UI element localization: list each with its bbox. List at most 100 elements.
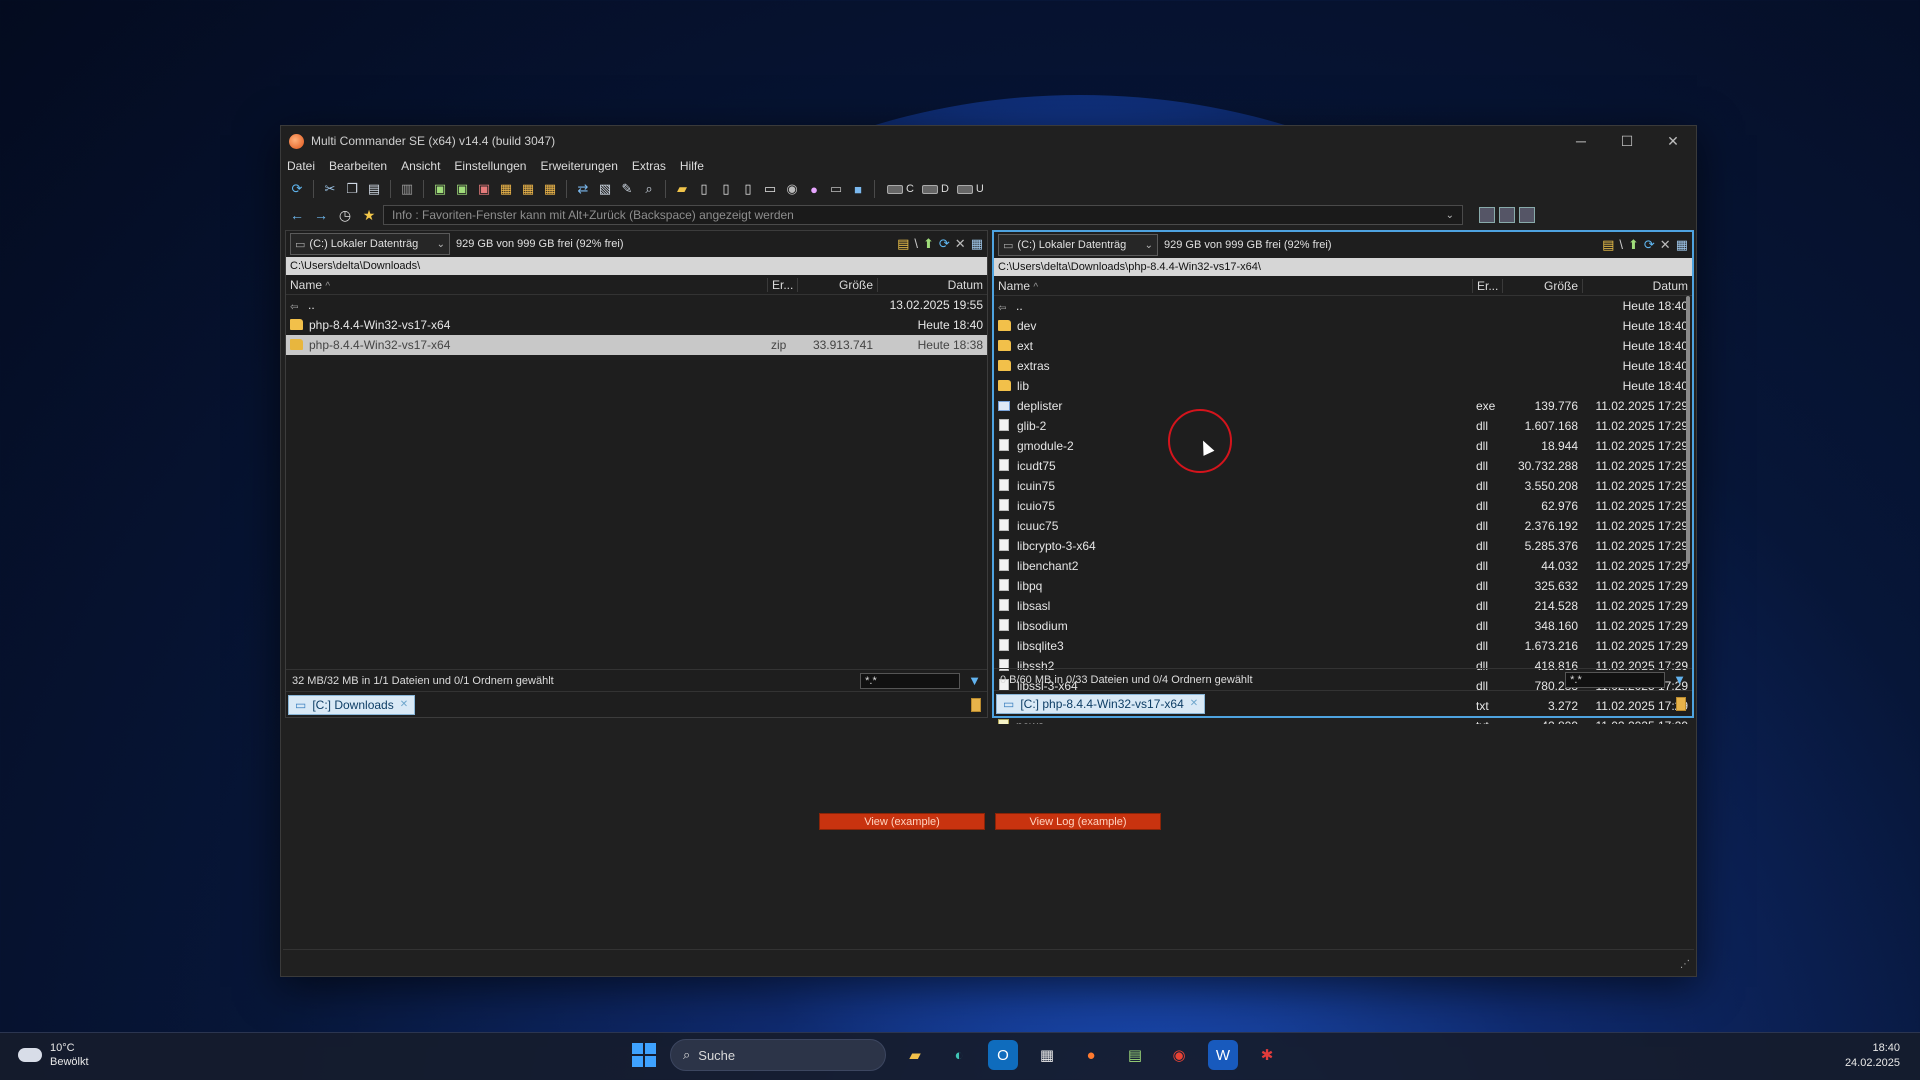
new-file-icon[interactable]: ▣ bbox=[430, 179, 450, 199]
file-row[interactable]: extras Heute 18:40 bbox=[994, 356, 1692, 376]
forward-arrow-icon[interactable]: → bbox=[311, 205, 331, 225]
history-icon[interactable]: ◷ bbox=[335, 205, 355, 225]
view-mode-icon[interactable]: ▥ bbox=[397, 179, 417, 199]
tab-php-folder[interactable]: ▭ [C:] php-8.4.4-Win32-vs17-x64 ✕ bbox=[996, 693, 1206, 714]
file-row[interactable]: libpq dll 325.632 11.02.2025 17:29 bbox=[994, 576, 1692, 596]
column-name[interactable]: Name ^ bbox=[286, 278, 767, 292]
folder-tree-icon[interactable]: ▤ bbox=[1602, 237, 1614, 253]
column-size[interactable]: Größe bbox=[1502, 278, 1582, 293]
console-icon[interactable] bbox=[1519, 207, 1535, 223]
close-tab-icon[interactable]: ✕ bbox=[400, 699, 408, 710]
find-icon[interactable]: ⌕ bbox=[639, 179, 659, 199]
drive-button-d[interactable]: D bbox=[921, 183, 949, 195]
resize-grip-icon[interactable]: ⋰ bbox=[1680, 959, 1690, 970]
minimize-button[interactable]: ─ bbox=[1558, 126, 1604, 156]
command-input[interactable]: Info : Favoriten-Fenster kann mit Alt+Zu… bbox=[383, 205, 1463, 225]
file-row[interactable]: icuio75 dll 62.976 11.02.2025 17:29 bbox=[994, 496, 1692, 516]
folder-tree-icon[interactable]: ▤ bbox=[897, 236, 909, 252]
close-tab-icon[interactable]: ✕ bbox=[1190, 698, 1198, 709]
app-red-icon[interactable]: ✱ bbox=[1252, 1040, 1282, 1070]
go-up-icon[interactable]: ⬆ bbox=[923, 236, 934, 252]
column-date[interactable]: Datum bbox=[877, 277, 987, 292]
notes-icon[interactable] bbox=[1479, 207, 1495, 223]
cut-icon[interactable]: ✂ bbox=[320, 179, 340, 199]
store-icon[interactable]: ▦ bbox=[1032, 1040, 1062, 1070]
system-clock[interactable]: 18:40 24.02.2025 bbox=[1845, 1041, 1900, 1071]
refresh-icon[interactable]: ⟳ bbox=[1644, 237, 1655, 253]
document-icon[interactable]: ▯ bbox=[694, 179, 714, 199]
copy-file-icon[interactable]: ▣ bbox=[452, 179, 472, 199]
menu-hilfe[interactable]: Hilfe bbox=[680, 159, 704, 173]
file-row[interactable]: libsodium dll 348.160 11.02.2025 17:29 bbox=[994, 616, 1692, 636]
root-icon[interactable]: \ bbox=[914, 236, 918, 252]
tab-downloads[interactable]: ▭ [C:] Downloads ✕ bbox=[288, 694, 416, 715]
tools-icon[interactable]: ✕ bbox=[1660, 237, 1671, 253]
paste-icon[interactable]: ▤ bbox=[364, 179, 384, 199]
edge-icon[interactable]: ◐ bbox=[944, 1040, 974, 1070]
view-log-example-button[interactable]: View Log (example) bbox=[995, 813, 1161, 830]
windows-start-icon[interactable] bbox=[632, 1043, 656, 1067]
folder-tool-icon[interactable]: ▰ bbox=[672, 179, 692, 199]
file-row[interactable]: libsasl dll 214.528 11.02.2025 17:29 bbox=[994, 596, 1692, 616]
file-row[interactable]: php-8.4.4-Win32-vs17-x64 zip 33.913.741 Heu… bbox=[286, 335, 987, 355]
tools-icon[interactable]: ✕ bbox=[955, 236, 966, 252]
bookmark-icon[interactable] bbox=[971, 697, 981, 712]
file-row[interactable]: icuuc75 dll 2.376.192 11.02.2025 17:29 bbox=[994, 516, 1692, 536]
drive-selector[interactable]: ▭ (C:) Lokaler Datenträg ⌄ bbox=[290, 233, 450, 255]
filter-input[interactable]: *.* bbox=[860, 672, 961, 689]
column-size[interactable]: Größe bbox=[797, 277, 877, 292]
drive-button-c[interactable]: C bbox=[887, 183, 914, 195]
filter-icon[interactable]: ▼ bbox=[968, 673, 981, 688]
pack-icon[interactable]: ▦ bbox=[496, 179, 516, 199]
unpack-icon[interactable]: ▦ bbox=[518, 179, 538, 199]
column-date[interactable]: Datum bbox=[1582, 278, 1692, 293]
monitor-icon[interactable]: ▭ bbox=[826, 179, 846, 199]
favorites-star-icon[interactable]: ★ bbox=[359, 205, 379, 225]
edit-icon[interactable]: ✎ bbox=[617, 179, 637, 199]
archive-icon[interactable]: ▦ bbox=[540, 179, 560, 199]
file-row[interactable]: dev Heute 18:40 bbox=[994, 316, 1692, 336]
panel-view-icon[interactable]: ▦ bbox=[971, 236, 983, 252]
weather-widget[interactable]: 10°C Bewölkt bbox=[18, 1041, 89, 1069]
list-icon[interactable] bbox=[1499, 207, 1515, 223]
maximize-button[interactable]: ☐ bbox=[1604, 126, 1650, 156]
menu-bearbeiten[interactable]: Bearbeiten bbox=[329, 159, 387, 173]
copy-icon[interactable]: ❐ bbox=[342, 179, 362, 199]
taskbar-search[interactable]: ⌕ Suche bbox=[670, 1039, 886, 1071]
file-row[interactable]: ⇦.. Heute 18:40 bbox=[994, 296, 1692, 316]
scrollbar[interactable] bbox=[1686, 296, 1690, 564]
close-button[interactable]: ✕ bbox=[1650, 126, 1696, 156]
file-row[interactable]: ext Heute 18:40 bbox=[994, 336, 1692, 356]
menu-extras[interactable]: Extras bbox=[632, 159, 666, 173]
window-icon[interactable]: ■ bbox=[848, 179, 868, 199]
column-name[interactable]: Name ^ bbox=[994, 279, 1472, 293]
refresh-icon[interactable]: ⟳ bbox=[287, 179, 307, 199]
path-bar[interactable]: C:\Users\delta\Downloads\ bbox=[286, 257, 987, 275]
rename-icon[interactable]: ▧ bbox=[595, 179, 615, 199]
file-row[interactable]: icudt75 dll 30.732.288 11.02.2025 17:29 bbox=[994, 456, 1692, 476]
root-icon[interactable]: \ bbox=[1619, 237, 1623, 253]
filter-icon[interactable]: ▼ bbox=[1673, 672, 1686, 687]
back-arrow-icon[interactable]: ← bbox=[287, 205, 307, 225]
compare-icon[interactable]: ⇄ bbox=[573, 179, 593, 199]
file-row[interactable]: libenchant2 dll 44.032 11.02.2025 17:29 bbox=[994, 556, 1692, 576]
panel-view-icon[interactable]: ▦ bbox=[1676, 237, 1688, 253]
file-row[interactable]: ⇦.. 13.02.2025 19:55 bbox=[286, 295, 987, 315]
menu-einstellungen[interactable]: Einstellungen bbox=[454, 159, 526, 173]
refresh-icon[interactable]: ⟳ bbox=[939, 236, 950, 252]
file-row[interactable]: deplister exe 139.776 11.02.2025 17:29 bbox=[994, 396, 1692, 416]
file-row[interactable]: php-8.4.4-Win32-vs17-x64 Heute 18:40 bbox=[286, 315, 987, 335]
menu-ansicht[interactable]: Ansicht bbox=[401, 159, 440, 173]
file-row[interactable]: lib Heute 18:40 bbox=[994, 376, 1692, 396]
menu-datei[interactable]: Datei bbox=[287, 159, 315, 173]
notepad-icon[interactable]: ▤ bbox=[1120, 1040, 1150, 1070]
drive-button-u[interactable]: U bbox=[956, 183, 984, 195]
file-row[interactable]: libcrypto-3-x64 dll 5.285.376 11.02.2025 17… bbox=[994, 536, 1692, 556]
bookmark-icon[interactable] bbox=[1676, 696, 1686, 711]
chevron-down-icon[interactable]: ⌄ bbox=[1446, 210, 1454, 221]
color-icon[interactable]: ● bbox=[804, 179, 824, 199]
document-icon[interactable]: ▯ bbox=[738, 179, 758, 199]
view-example-button[interactable]: View (example) bbox=[819, 813, 985, 830]
drive-selector[interactable]: ▭ (C:) Lokaler Datenträg ⌄ bbox=[998, 234, 1158, 256]
disk-icon[interactable]: ◉ bbox=[782, 179, 802, 199]
